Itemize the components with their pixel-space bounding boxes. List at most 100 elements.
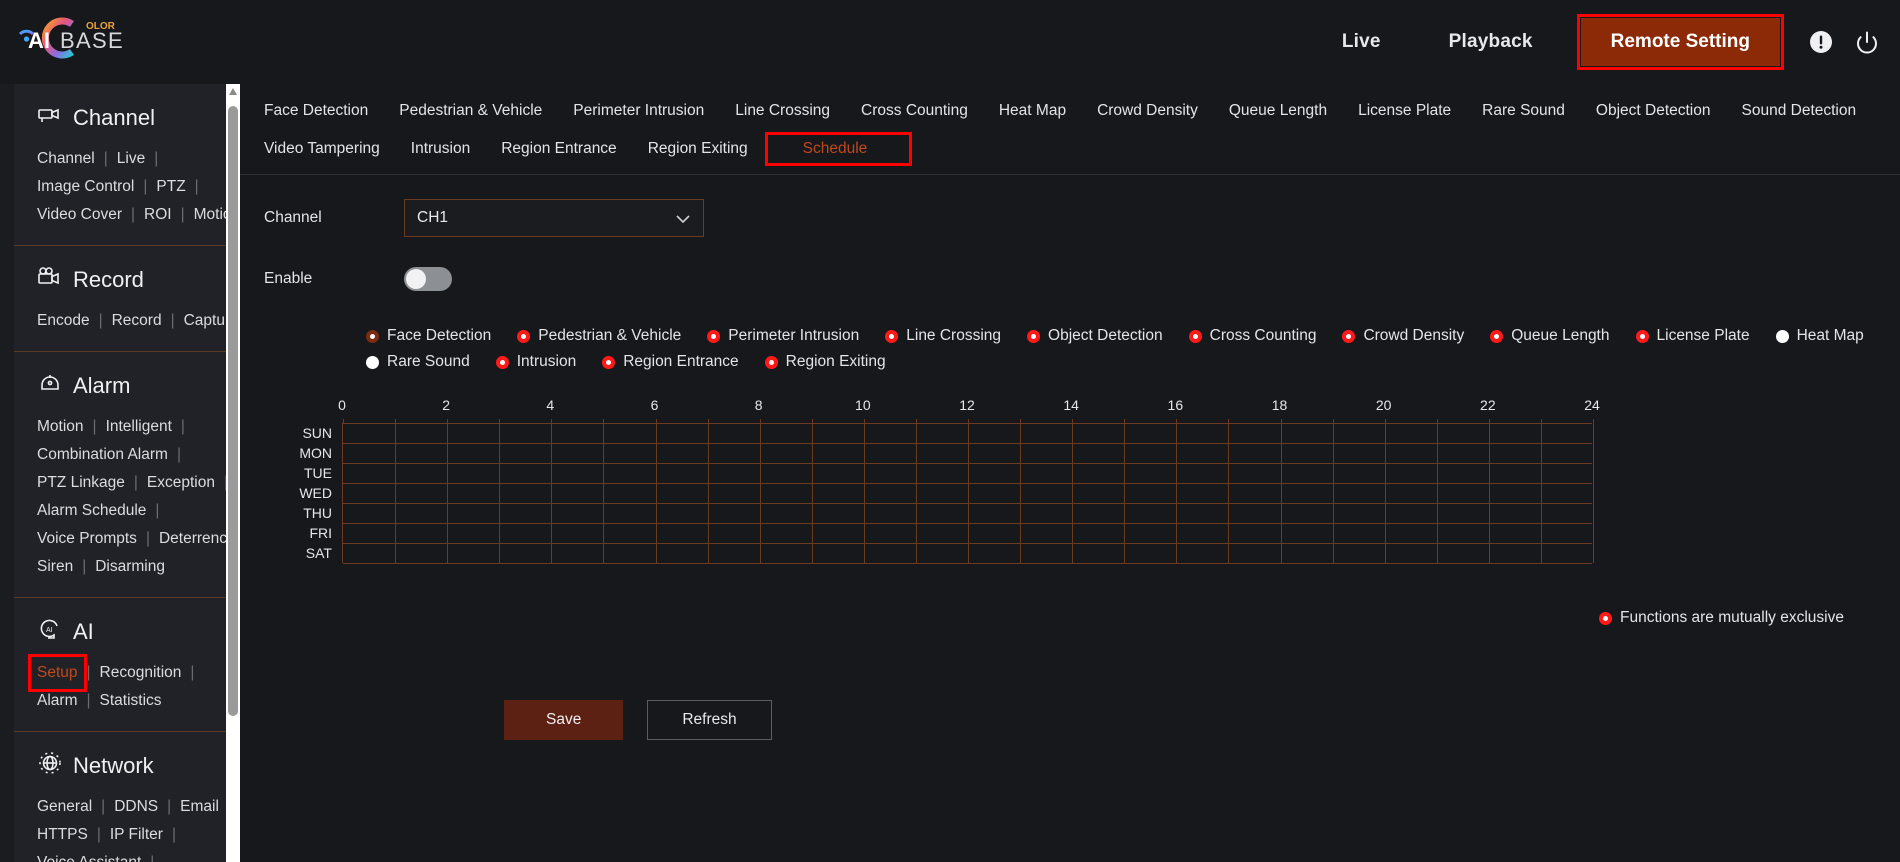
sidebar-item-email[interactable]: Email: [180, 793, 219, 821]
sidebar-scrollbar-thumb[interactable]: [228, 106, 238, 716]
sidebar-item-alarm-schedule[interactable]: Alarm Schedule: [37, 497, 146, 525]
radio-icon[interactable]: [495, 355, 509, 369]
sidebar-item-motion[interactable]: Motion: [37, 413, 84, 441]
tab-face-detection[interactable]: Face Detection: [264, 96, 368, 126]
sidebar-item-live[interactable]: Live: [117, 145, 145, 173]
sidebar-item-voice-prompts[interactable]: Voice Prompts: [37, 525, 137, 553]
radio-icon[interactable]: [1342, 329, 1356, 343]
tab-video-tampering[interactable]: Video Tampering: [264, 134, 380, 164]
sidebar-item-ip-filter[interactable]: IP Filter: [110, 821, 163, 849]
tab-region-exiting[interactable]: Region Exiting: [648, 134, 748, 164]
radio-icon[interactable]: [517, 329, 531, 343]
sidebar-item-video-cover[interactable]: Video Cover: [37, 201, 122, 229]
tab-sound-detection[interactable]: Sound Detection: [1742, 96, 1857, 126]
tab-heat-map[interactable]: Heat Map: [999, 96, 1066, 126]
radio-icon[interactable]: [1775, 329, 1789, 343]
tab-license-plate[interactable]: License Plate: [1358, 96, 1451, 126]
sidebar-item-combination-alarm[interactable]: Combination Alarm: [37, 441, 168, 469]
legend-item-label: Line Crossing: [906, 327, 1002, 344]
globe-icon: [37, 750, 63, 781]
legend-item-object-detection[interactable]: Object Detection: [1027, 327, 1163, 345]
sidebar-item-encode[interactable]: Encode: [37, 307, 90, 335]
sidebar[interactable]: Channel Channel | Live | Image Control | PTZ | Vi…: [14, 84, 240, 862]
legend-item-heat-map[interactable]: Heat Map: [1775, 327, 1864, 345]
sidebar-item-ddns[interactable]: DDNS: [114, 793, 158, 821]
sidebar-item-recognition[interactable]: Recognition: [100, 659, 182, 687]
schedule-grid[interactable]: [342, 419, 1594, 564]
sidebar-scrollbar[interactable]: [226, 84, 240, 862]
sidebar-item-ptz-linkage[interactable]: PTZ Linkage: [37, 469, 125, 497]
sidebar-item-record[interactable]: Record: [112, 307, 162, 335]
tab-line-crossing[interactable]: Line Crossing: [735, 96, 830, 126]
legend-item-cross-counting[interactable]: Cross Counting: [1188, 327, 1316, 345]
save-button[interactable]: Save: [504, 700, 624, 740]
scroll-up-arrow-icon[interactable]: [229, 88, 237, 95]
radio-icon[interactable]: [1490, 329, 1504, 343]
sidebar-item-setup[interactable]: Setup: [37, 659, 78, 687]
radio-icon[interactable]: [885, 329, 899, 343]
legend-item-intrusion[interactable]: Intrusion: [495, 353, 576, 371]
radio-icon[interactable]: [602, 355, 616, 369]
legend-item-label: Pedestrian & Vehicle: [538, 327, 682, 344]
sidebar-link-row: HTTPS | IP Filter |: [37, 821, 240, 849]
legend-item-region-entrance[interactable]: Region Entrance: [602, 353, 739, 371]
sidebar-item-deterrence[interactable]: Deterrence: [159, 525, 236, 553]
sidebar-item-exception[interactable]: Exception: [147, 469, 215, 497]
sidebar-item-general[interactable]: General: [37, 793, 92, 821]
sidebar-item-image-control[interactable]: Image Control: [37, 173, 134, 201]
tab-crowd-density[interactable]: Crowd Density: [1097, 96, 1198, 126]
grid-vertical-line: [707, 424, 709, 563]
tab-queue-length[interactable]: Queue Length: [1229, 96, 1327, 126]
tab-object-detection[interactable]: Object Detection: [1596, 96, 1711, 126]
sidebar-item-disarming[interactable]: Disarming: [95, 553, 165, 581]
legend-item-crowd-density[interactable]: Crowd Density: [1342, 327, 1464, 345]
legend-item-perimeter-intrusion[interactable]: Perimeter Intrusion: [707, 327, 859, 345]
tab-region-entrance[interactable]: Region Entrance: [501, 134, 616, 164]
axis-tickmark: [395, 419, 397, 424]
grid-vertical-line: [1020, 424, 1022, 563]
legend-item-pedestrian-vehicle[interactable]: Pedestrian & Vehicle: [517, 327, 681, 345]
legend-item-rare-sound[interactable]: Rare Sound: [366, 353, 470, 371]
sidebar-group-header: AI AI: [14, 598, 240, 659]
sidebar-separator: |: [180, 418, 185, 435]
sidebar-item-siren[interactable]: Siren: [37, 553, 73, 581]
nav-live[interactable]: Live: [1308, 31, 1415, 53]
radio-icon[interactable]: [707, 329, 721, 343]
channel-select[interactable]: CH1: [404, 199, 704, 237]
nav-playback[interactable]: Playback: [1415, 31, 1567, 53]
legend-item-queue-length[interactable]: Queue Length: [1490, 327, 1610, 345]
tab-intrusion[interactable]: Intrusion: [411, 134, 470, 164]
header-nav: Live Playback Remote Setting: [1308, 0, 1784, 84]
tab-schedule[interactable]: Schedule: [803, 134, 868, 163]
tab-schedule-wrap: Schedule: [764, 132, 913, 166]
radio-icon[interactable]: [1027, 329, 1041, 343]
radio-icon[interactable]: [764, 355, 778, 369]
enable-toggle[interactable]: [404, 267, 452, 291]
sidebar-item-voice-assistant[interactable]: Voice Assistant: [37, 849, 141, 862]
axis-tickmark: [1124, 419, 1126, 424]
info-icon[interactable]: [1808, 29, 1834, 55]
radio-icon[interactable]: [366, 329, 379, 343]
legend-item-region-exiting[interactable]: Region Exiting: [764, 353, 886, 371]
radio-icon[interactable]: [1635, 329, 1649, 343]
sidebar-item-channel[interactable]: Channel: [37, 145, 95, 173]
legend-item-face-detection[interactable]: Face Detection: [366, 327, 491, 345]
refresh-button[interactable]: Refresh: [647, 700, 772, 740]
tab-rare-sound[interactable]: Rare Sound: [1482, 96, 1565, 126]
sidebar-item-alarm[interactable]: Alarm: [37, 687, 77, 715]
sidebar-item-https[interactable]: HTTPS: [37, 821, 88, 849]
radio-icon[interactable]: [1188, 329, 1202, 343]
sidebar-item-ptz[interactable]: PTZ: [156, 173, 185, 201]
power-icon[interactable]: [1854, 29, 1880, 55]
tab-pedestrian-vehicle[interactable]: Pedestrian & Vehicle: [399, 96, 542, 126]
sidebar-item-statistics[interactable]: Statistics: [100, 687, 162, 715]
legend-item-line-crossing[interactable]: Line Crossing: [885, 327, 1001, 345]
sidebar-item-roi[interactable]: ROI: [144, 201, 172, 229]
nav-remote-setting[interactable]: Remote Setting: [1580, 18, 1780, 66]
radio-icon[interactable]: [366, 355, 379, 369]
tab-perimeter-intrusion[interactable]: Perimeter Intrusion: [573, 96, 704, 126]
tab-cross-counting[interactable]: Cross Counting: [861, 96, 968, 126]
sidebar-links: Motion | Intelligent | Combination Alarm | PTZ…: [14, 413, 240, 597]
sidebar-item-intelligent[interactable]: Intelligent: [106, 413, 172, 441]
legend-item-license-plate[interactable]: License Plate: [1635, 327, 1750, 345]
